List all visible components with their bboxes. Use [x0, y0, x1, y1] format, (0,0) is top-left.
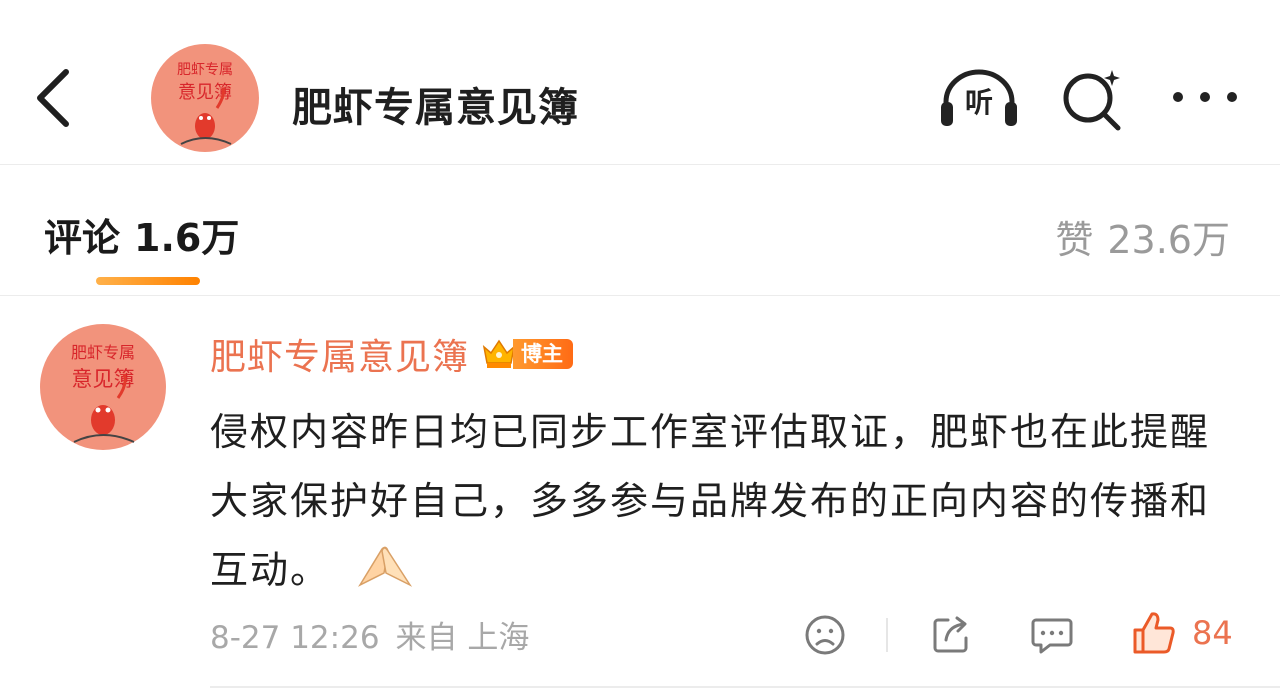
- tab-bar: 评论 1.6万 赞 23.6万: [0, 165, 1280, 296]
- dislike-face-icon[interactable]: [804, 614, 846, 656]
- comment-author-avatar[interactable]: 肥虾专属 意见簿: [40, 324, 166, 450]
- blogger-badge-label: 博主: [513, 339, 574, 369]
- active-tab-indicator: [96, 277, 200, 285]
- comment-author-row: 肥虾专属意见簿 博主: [210, 327, 574, 381]
- comment-body: 侵权内容昨日均已同步工作室评估取证，肥虾也在此提醒大家保护好自己，多多参与品牌发…: [210, 398, 1220, 605]
- search-icon: [1063, 70, 1121, 131]
- more-button[interactable]: [1170, 82, 1240, 112]
- comment-avatar-text-top: 肥虾专属: [71, 343, 135, 362]
- header-avatar[interactable]: 肥虾专属 意见簿: [151, 44, 259, 152]
- tab-comments[interactable]: 评论 1.6万: [44, 207, 239, 262]
- tab-likes[interactable]: 赞 23.6万: [1055, 209, 1230, 264]
- reply-icon[interactable]: [1030, 614, 1074, 656]
- crown-icon: [482, 339, 516, 368]
- page-title: 肥虾专属意见簿: [292, 85, 579, 131]
- top-nav-bar: 肥虾专属 意见簿 肥虾专属意见簿 听: [0, 0, 1280, 165]
- comment-like-count[interactable]: 84: [1192, 614, 1233, 652]
- action-divider: [886, 618, 888, 652]
- thumbs-up-icon[interactable]: [1132, 610, 1176, 656]
- listen-label: 听: [964, 86, 993, 119]
- more-dots-icon: [1173, 92, 1237, 102]
- comment-divider: [210, 686, 1280, 688]
- share-icon[interactable]: [930, 614, 972, 656]
- tab-comments-count: 1.6万: [134, 216, 240, 260]
- comment-author-name[interactable]: 肥虾专属意见簿: [210, 328, 469, 380]
- back-button[interactable]: [28, 62, 80, 134]
- blogger-badge: 博主: [481, 337, 574, 371]
- tab-likes-label: 赞: [1055, 218, 1094, 262]
- comment-page: 肥虾专属 意见簿 肥虾专属意见簿 听 评论 1.6万 赞 23.6万 肥虾专属 …: [0, 0, 1280, 690]
- comment-meta: 8-27 12:26 来自 上海: [210, 612, 529, 657]
- listen-button[interactable]: 听: [938, 68, 1020, 130]
- avatar-text-top: 肥虾专属: [177, 62, 233, 78]
- back-chevron-icon: [37, 69, 69, 127]
- comment-date: 8-27 12:26: [210, 620, 380, 656]
- search-button[interactable]: [1060, 66, 1126, 132]
- tab-comments-label: 评论: [44, 216, 121, 260]
- comment-source: 来自 上海: [395, 620, 530, 656]
- pray-hands-emoji-icon: [358, 546, 413, 587]
- tab-likes-count: 23.6万: [1107, 218, 1230, 262]
